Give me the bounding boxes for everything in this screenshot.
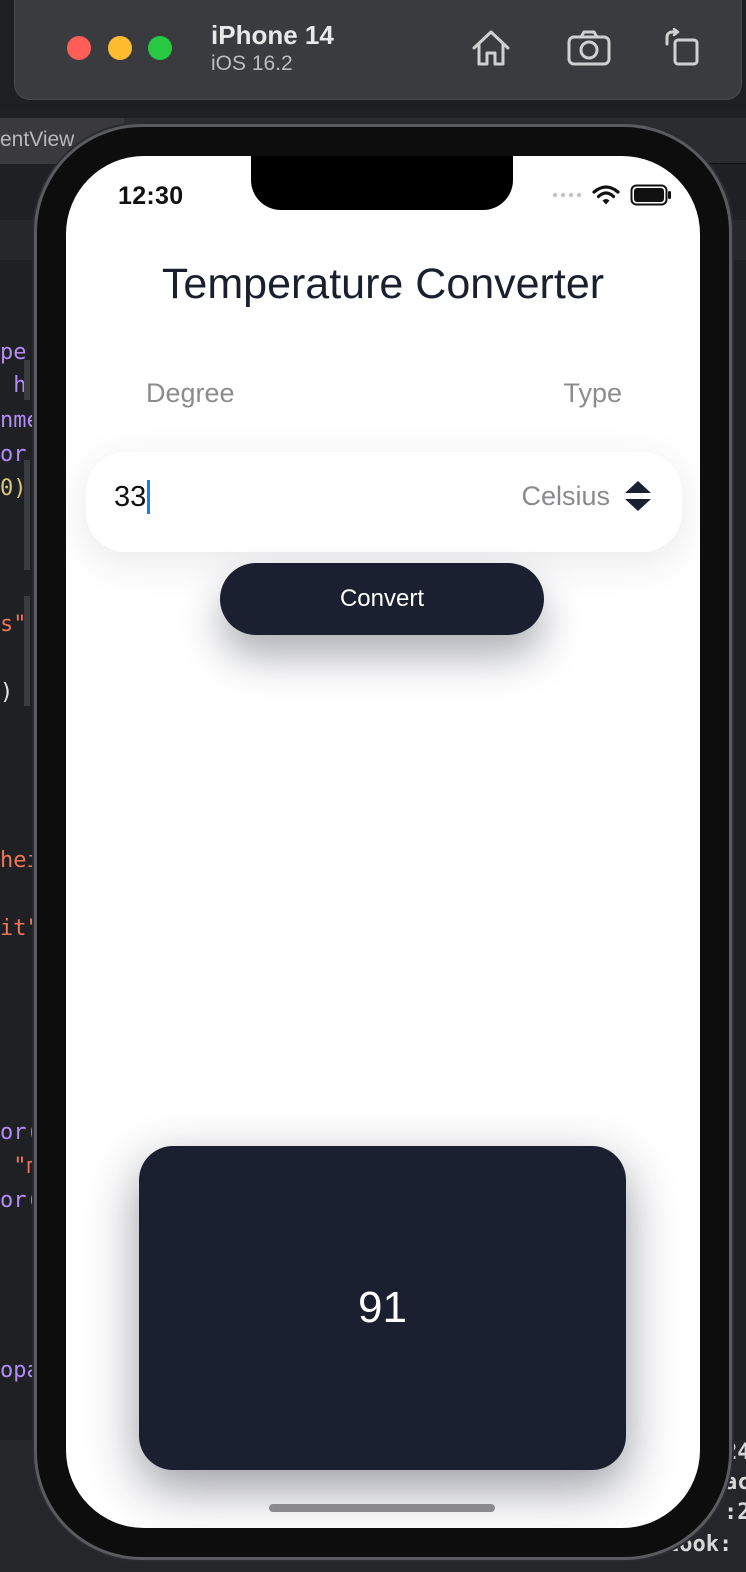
convert-button-label: Convert: [339, 585, 425, 612]
home-icon: [472, 30, 510, 66]
iphone-screen: 12:30 Temperature Converter Degree Type …: [66, 156, 700, 1528]
rotate-icon: [665, 28, 699, 66]
convert-button[interactable]: Convert: [220, 563, 544, 635]
code-fragment: or: [0, 442, 27, 467]
result-value: 91: [358, 1283, 407, 1332]
status-icons: [552, 184, 672, 206]
console-fragment: :24: [724, 1500, 746, 1525]
app-title: Temperature Converter: [161, 260, 605, 308]
code-fragment: h: [0, 373, 27, 398]
code-fragment: s": [0, 612, 27, 637]
type-picker[interactable]: Celsius: [521, 480, 652, 512]
simulator-toolbar: iPhone 14 iOS 16.2: [14, 0, 742, 100]
rotate-button[interactable]: [657, 24, 705, 72]
device-name: iPhone 14: [211, 20, 334, 50]
os-version: iOS 16.2: [211, 52, 293, 75]
screenshot-icon: [567, 30, 611, 66]
cellular-icon: [552, 192, 582, 198]
editor-gutter-marker: [24, 596, 30, 706]
minimize-window-button[interactable]: [108, 36, 132, 60]
degree-label: Degree: [146, 378, 235, 408]
home-indicator[interactable]: [269, 1504, 495, 1512]
battery-icon: [630, 184, 671, 206]
status-time: 12:30: [118, 182, 184, 210]
degree-input[interactable]: 33: [114, 480, 151, 514]
home-button[interactable]: [467, 24, 515, 72]
code-fragment: 0): [0, 476, 27, 501]
code-fragment: pe: [0, 340, 27, 365]
close-window-button[interactable]: [67, 36, 91, 60]
editor-tab-title: entView: [0, 128, 75, 151]
result-card: 91: [139, 1146, 626, 1470]
editor-gutter-marker: [24, 460, 30, 570]
type-label: Type: [563, 378, 622, 408]
code-fragment: ): [0, 680, 14, 705]
wifi-icon: [592, 185, 620, 205]
type-picker-value: Celsius: [521, 480, 610, 511]
degree-input-value: 33: [114, 480, 147, 513]
zoom-window-button[interactable]: [148, 36, 172, 60]
notch: [251, 156, 513, 210]
chevron-up-down-icon: [625, 481, 651, 511]
screenshot-button[interactable]: [565, 24, 613, 72]
editor-gutter-marker: [24, 360, 30, 400]
text-caret: [147, 480, 151, 514]
